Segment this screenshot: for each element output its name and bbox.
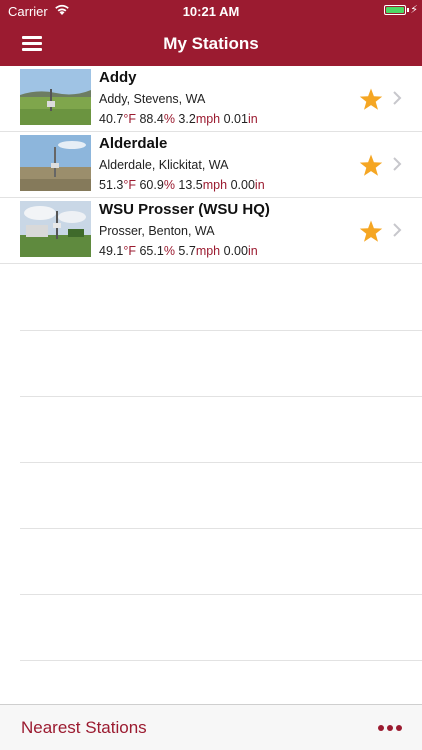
station-list: Addy Addy, Stevens, WA 40.7°F 88.4% 3.2m… [0,66,422,704]
station-row-wsu-prosser[interactable]: WSU Prosser (WSU HQ) Prosser, Benton, WA… [0,198,422,264]
precip-unit: in [247,112,258,126]
station-readings: 51.3°F 60.9% 13.5mph 0.00in [99,178,265,192]
wind-unit: mph [202,178,228,192]
wind-value: 3.2 [178,112,196,126]
humidity-unit: % [163,112,175,126]
station-location: Prosser, Benton, WA [99,224,215,238]
humidity-unit: % [163,178,175,192]
battery-tip [407,8,409,12]
station-name: WSU Prosser (WSU HQ) [99,201,270,218]
humidity-value: 60.9 [139,178,164,192]
station-readings: 40.7°F 88.4% 3.2mph 0.01in [99,112,258,126]
temperature-value: 51.3 [99,178,124,192]
wind-value: 13.5 [178,178,203,192]
station-name: Alderdale [99,135,168,152]
favorite-star-icon[interactable] [359,88,383,111]
temperature-unit: °F [123,244,136,258]
chevron-right-icon [393,223,402,237]
bottom-toolbar: Nearest Stations [0,704,422,750]
station-row-alderdale[interactable]: Alderdale Alderdale, Klickitat, WA 51.3°… [0,132,422,198]
status-bar: Carrier 10:21 AM ⚡ [0,0,422,22]
temperature-value: 40.7 [99,112,124,126]
favorite-star-icon[interactable] [359,154,383,177]
humidity-value: 65.1 [139,244,164,258]
station-location: Alderdale, Klickitat, WA [99,158,229,172]
wind-unit: mph [195,244,221,258]
precip-value: 0.00 [230,178,255,192]
chevron-right-icon [393,157,402,171]
row-divider [20,528,422,529]
chevron-right-icon [393,91,402,105]
temperature-unit: °F [123,112,136,126]
temperature-value: 49.1 [99,244,124,258]
navigation-bar: My Stations [0,22,422,66]
ellipsis-icon[interactable] [378,725,402,731]
nearest-stations-button[interactable]: Nearest Stations [21,718,147,738]
row-divider [20,660,422,661]
charging-bolt-icon: ⚡ [410,4,418,16]
wind-unit: mph [195,112,221,126]
station-readings: 49.1°F 65.1% 5.7mph 0.00in [99,244,258,258]
row-divider [20,396,422,397]
wind-value: 5.7 [178,244,196,258]
humidity-unit: % [163,244,175,258]
station-row-addy[interactable]: Addy Addy, Stevens, WA 40.7°F 88.4% 3.2m… [0,66,422,132]
station-name: Addy [99,69,137,86]
row-divider [20,594,422,595]
temperature-unit: °F [123,178,136,192]
station-location: Addy, Stevens, WA [99,92,206,106]
row-divider [20,462,422,463]
clock: 10:21 AM [182,4,240,19]
precip-unit: in [247,244,258,258]
page-title: My Stations [163,34,259,53]
precip-value: 0.01 [223,112,248,126]
precip-unit: in [254,178,265,192]
precip-value: 0.00 [223,244,248,258]
station-photo-wsu-prosser [20,201,91,257]
row-divider [20,330,422,331]
station-photo-alderdale [20,135,91,191]
station-photo-addy [20,69,91,125]
favorite-star-icon[interactable] [359,220,383,243]
humidity-value: 88.4 [139,112,164,126]
battery-icon [384,5,406,15]
